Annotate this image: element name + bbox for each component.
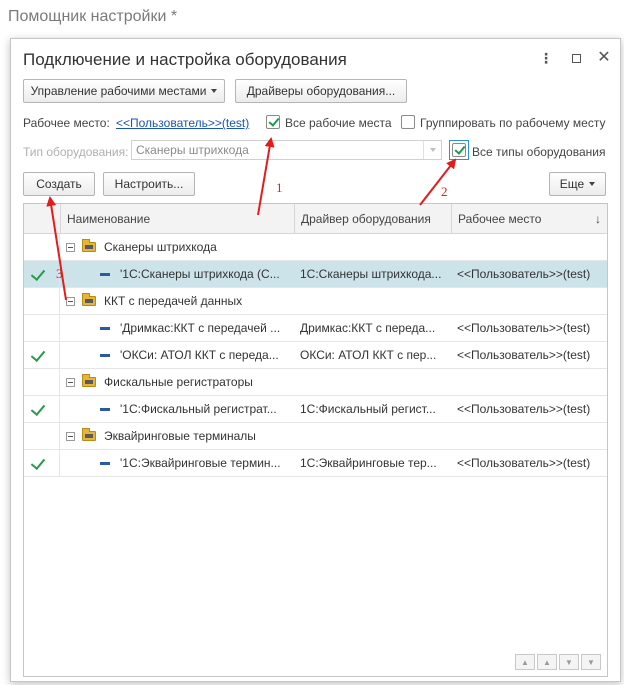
table-header: Наименование Драйвер оборудования Рабоче… <box>24 204 607 234</box>
table-group-row[interactable]: Сканеры штрихкода <box>24 234 607 261</box>
folder-icon <box>82 293 96 306</box>
manage-workplaces-button[interactable]: Управление рабочими местами <box>23 79 225 103</box>
group-by-workplace-checkbox[interactable] <box>401 115 415 129</box>
row-mark-cell <box>24 450 60 477</box>
table-navigation: ▲ ▲ ▼ ▼ <box>515 654 601 670</box>
device-icon <box>100 462 110 465</box>
equipment-dialog: Подключение и настройка оборудования ⋮ ✕… <box>10 38 621 682</box>
more-button[interactable]: Еще <box>549 172 606 196</box>
collapse-toggle-icon[interactable] <box>66 297 75 306</box>
table-row[interactable]: '1С:Сканеры штрихкода (С... 1С:Сканеры шт… <box>24 261 607 288</box>
checkmark-icon <box>30 346 46 363</box>
annotation-label-3: 3 <box>56 266 63 281</box>
device-icon <box>100 273 110 276</box>
checkmark-icon <box>30 400 46 417</box>
device-driver: 1С:Эквайринговые тер... <box>300 456 437 470</box>
checkmark-icon <box>30 454 46 471</box>
device-workplace: <<Пользователь>>(test) <box>457 402 591 416</box>
checkmark-icon <box>30 265 46 282</box>
equipment-table[interactable]: Наименование Драйвер оборудования Рабоче… <box>23 203 608 677</box>
device-icon <box>100 327 110 330</box>
workplace-label: Рабочее место: <box>23 116 110 130</box>
annotation-label-1: 1 <box>276 180 283 195</box>
device-name: '1С:Эквайринговые термин... <box>120 456 281 470</box>
create-button[interactable]: Создать <box>23 172 95 196</box>
row-mark-cell <box>24 423 60 450</box>
table-row[interactable]: 'Дримкас:ККТ с передачей ... Дримкас:ККТ … <box>24 315 607 342</box>
sort-descending-icon[interactable]: ↓ <box>595 204 601 234</box>
column-header-workplace[interactable]: Рабочее место ↓ <box>451 204 607 234</box>
row-mark-cell <box>24 261 60 288</box>
device-workplace: <<Пользователь>>(test) <box>457 348 591 362</box>
background-window-title: Помощник настройки * <box>8 8 178 25</box>
device-name: 'Дримкас:ККТ с передачей ... <box>120 321 281 335</box>
configure-button[interactable]: Настроить... <box>103 172 195 196</box>
dropdown-arrow-icon <box>211 89 218 93</box>
group-by-workplace-label: Группировать по рабочему месту <box>420 116 606 130</box>
group-name: Сканеры штрихкода <box>104 240 217 254</box>
device-icon <box>100 354 110 357</box>
all-workplaces-checkbox[interactable] <box>266 115 280 129</box>
group-name: Фискальные регистраторы <box>104 375 253 389</box>
workplace-link[interactable]: <<Пользователь>>(test) <box>116 116 249 130</box>
manage-workplaces-label: Управление рабочими местами <box>30 84 207 98</box>
row-mark-cell <box>24 315 60 342</box>
maximize-icon[interactable] <box>567 49 585 67</box>
table-group-row[interactable]: ККТ с передачей данных <box>24 288 607 315</box>
collapse-toggle-icon[interactable] <box>66 243 75 252</box>
folder-icon <box>82 428 96 441</box>
group-name: Эквайринговые терминалы <box>104 429 256 443</box>
device-name: 'ОКСи: АТОЛ ККТ с переда... <box>120 348 279 362</box>
column-header-driver[interactable]: Драйвер оборудования <box>294 204 451 234</box>
dropdown-arrow-icon[interactable] <box>423 141 441 159</box>
all-types-label: Все типы оборудования <box>472 145 606 159</box>
row-mark-cell <box>24 342 60 369</box>
equipment-type-select[interactable]: Сканеры штрихкода <box>131 140 442 160</box>
folder-icon <box>82 374 96 387</box>
more-actions-icon[interactable]: ⋮ <box>537 49 555 67</box>
device-icon <box>100 408 110 411</box>
more-button-label: Еще <box>559 177 585 191</box>
column-header-workplace-label: Рабочее место <box>458 212 542 226</box>
last-icon[interactable]: ▼ <box>581 654 601 670</box>
table-row[interactable]: 'ОКСи: АТОЛ ККТ с переда... ОКСи: АТОЛ КК… <box>24 342 607 369</box>
device-driver: 1С:Сканеры штрихкода... <box>300 267 442 281</box>
table-group-row[interactable]: Фискальные регистраторы <box>24 369 607 396</box>
device-driver: 1С:Фискальный регист... <box>300 402 436 416</box>
device-name: '1С:Сканеры штрихкода (С... <box>120 267 280 281</box>
annotation-label-2: 2 <box>441 184 448 199</box>
device-name: '1С:Фискальный регистрат... <box>120 402 277 416</box>
row-mark-cell <box>24 369 60 396</box>
device-driver: ОКСи: АТОЛ ККТ с пер... <box>300 348 437 362</box>
dropdown-arrow-icon <box>589 182 596 186</box>
table-row[interactable]: '1С:Эквайринговые термин... 1С:Эквайринго… <box>24 450 607 477</box>
folder-icon <box>82 239 96 252</box>
first-icon[interactable]: ▲ <box>515 654 535 670</box>
up-icon[interactable]: ▲ <box>537 654 557 670</box>
column-header-name[interactable]: Наименование <box>60 204 294 234</box>
down-icon[interactable]: ▼ <box>559 654 579 670</box>
group-name: ККТ с передачей данных <box>104 294 243 308</box>
all-types-checkbox[interactable] <box>452 143 466 157</box>
device-workplace: <<Пользователь>>(test) <box>457 456 591 470</box>
equipment-drivers-button[interactable]: Драйверы оборудования... <box>235 79 407 103</box>
collapse-toggle-icon[interactable] <box>66 378 75 387</box>
dialog-title: Подключение и настройка оборудования <box>23 50 347 69</box>
close-icon[interactable]: ✕ <box>595 49 613 67</box>
equipment-type-value: Сканеры штрихкода <box>136 143 249 157</box>
equipment-type-label: Тип оборудования: <box>23 145 129 159</box>
all-workplaces-label: Все рабочие места <box>285 116 392 130</box>
table-group-row[interactable]: Эквайринговые терминалы <box>24 423 607 450</box>
row-mark-cell <box>24 288 60 315</box>
collapse-toggle-icon[interactable] <box>66 432 75 441</box>
row-mark-cell <box>24 396 60 423</box>
table-row[interactable]: '1С:Фискальный регистрат... 1С:Фискальный… <box>24 396 607 423</box>
device-workplace: <<Пользователь>>(test) <box>457 267 591 281</box>
device-workplace: <<Пользователь>>(test) <box>457 321 591 335</box>
device-driver: Дримкас:ККТ с переда... <box>300 321 436 335</box>
row-mark-cell <box>24 234 60 261</box>
